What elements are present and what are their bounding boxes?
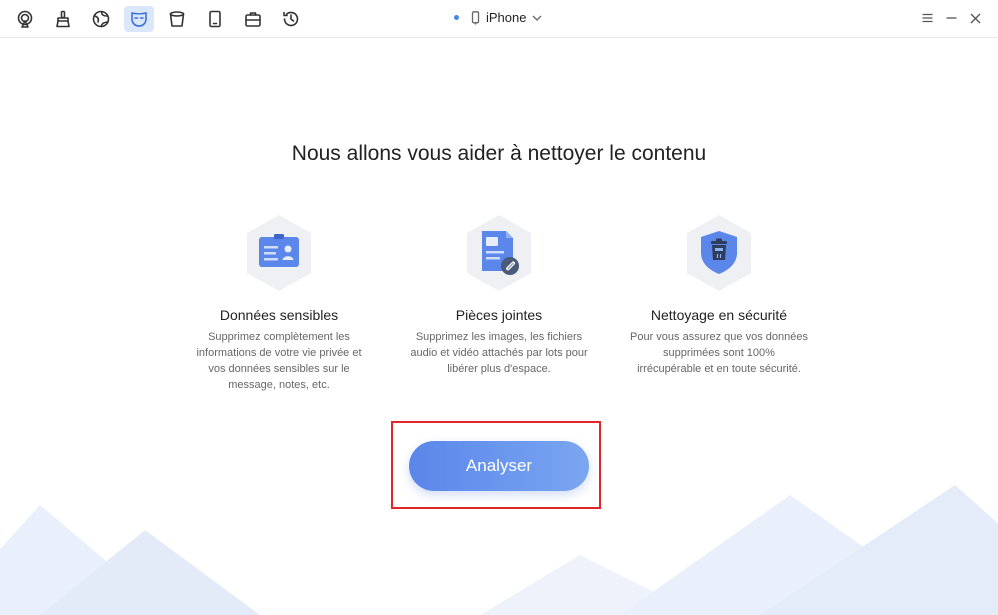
tool-history[interactable] [276, 6, 306, 32]
feature-secure-clean: Nettoyage en sécurité Pour vous assurez … [624, 213, 814, 377]
globe-icon [92, 10, 110, 28]
tool-airplay[interactable] [10, 6, 40, 32]
feature-title: Pièces jointes [455, 307, 543, 323]
device-status-dot [454, 15, 459, 20]
close-icon [970, 13, 980, 23]
top-bar: iPhone [0, 0, 998, 38]
privacy-mask-icon [131, 12, 147, 27]
tool-cleaner[interactable] [48, 6, 78, 32]
minimize-button[interactable] [944, 11, 958, 25]
feature-description: Supprimez complètement les informations … [196, 331, 362, 391]
analyze-button[interactable]: Analyser [409, 441, 589, 491]
menu-button[interactable] [920, 11, 934, 25]
trash-icon [169, 11, 185, 27]
history-icon [283, 11, 299, 27]
tool-toolbox[interactable] [238, 6, 268, 32]
window-controls [920, 11, 982, 25]
feature-sensitive-data: Données sensibles Supprimez complètement… [184, 213, 374, 393]
feature-description: Pour vous assurez que vos données suppri… [630, 331, 808, 375]
close-button[interactable] [968, 11, 982, 25]
feature-description: Supprimez les images, les fichiers audio… [410, 331, 588, 375]
device-selector[interactable]: iPhone [454, 10, 542, 25]
toolbox-icon [245, 12, 261, 27]
tablet-icon [209, 10, 221, 28]
tool-privacy[interactable] [124, 6, 154, 32]
phone-icon [471, 10, 480, 24]
feature-attachments: Pièces jointes Supprimez les images, les… [404, 213, 594, 377]
chevron-down-icon [533, 15, 542, 21]
tool-tablet[interactable] [200, 6, 230, 32]
toolbar [10, 6, 306, 32]
airplay-icon [17, 10, 33, 28]
attachment-document-icon [467, 215, 531, 291]
shield-trash-icon [687, 215, 751, 291]
feature-title: Nettoyage en sécurité [650, 307, 788, 323]
feature-title: Données sensibles [219, 307, 339, 323]
tool-globe[interactable] [86, 6, 116, 32]
id-card-icon [247, 215, 311, 291]
cleaner-icon [56, 10, 70, 28]
page-title: Nous allons vous aider à nettoyer le con… [291, 142, 707, 165]
device-name: iPhone [486, 10, 527, 25]
tool-trash[interactable] [162, 6, 192, 32]
menu-icon [922, 13, 932, 23]
minimize-icon [946, 17, 956, 19]
